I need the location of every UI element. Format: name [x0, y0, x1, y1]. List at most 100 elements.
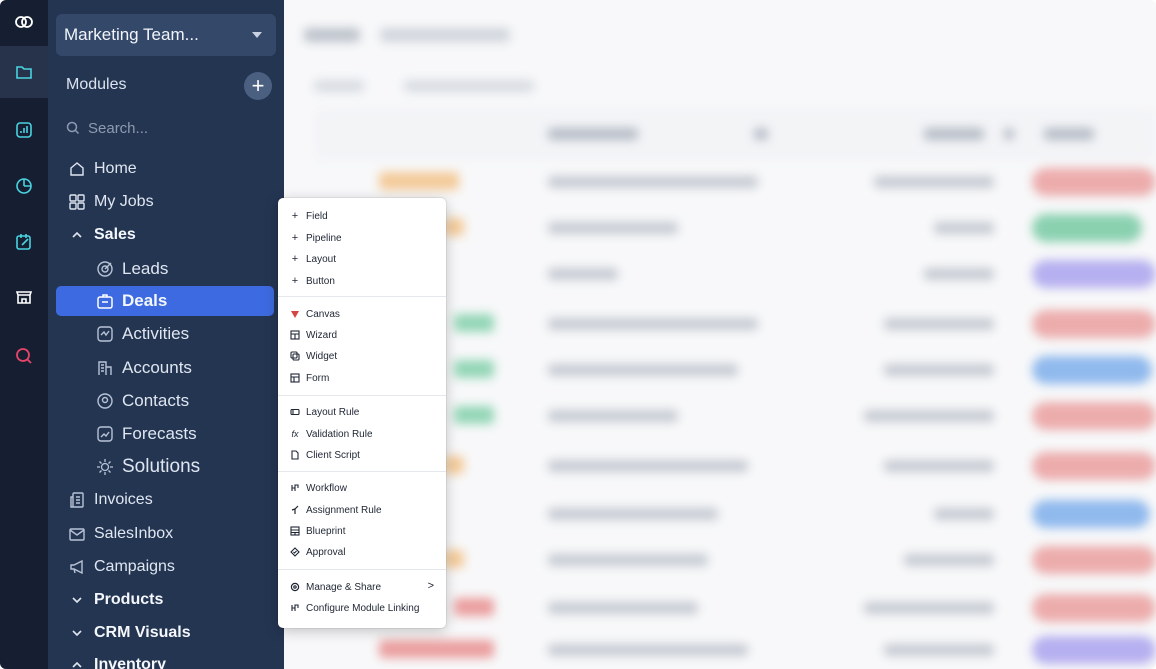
sidebar-group-crm-visuals[interactable]: CRM Visuals	[68, 618, 191, 648]
sidebar-item-label: Activities	[122, 324, 190, 343]
chevron-right-icon: >	[427, 580, 434, 592]
sidebar-item-my-jobs[interactable]: My Jobs	[68, 187, 154, 217]
activities-icon	[97, 326, 113, 342]
menu-item-wizard[interactable]: Wizard	[290, 326, 337, 344]
sidebar-item-accounts[interactable]: Accounts	[96, 353, 192, 383]
menu-item-button[interactable]: + Button	[290, 272, 335, 290]
menu-item-field[interactable]: + Field	[290, 207, 328, 225]
menu-divider	[278, 296, 446, 297]
caret-down-icon	[252, 32, 262, 38]
menu-divider	[278, 395, 446, 396]
menu-item-workflow[interactable]: Workflow	[290, 479, 347, 497]
chevron-up-icon	[72, 661, 82, 668]
layout-rule-icon	[290, 407, 300, 417]
menu-item-label: Workflow	[306, 482, 347, 494]
menu-item-label: Wizard	[306, 329, 338, 341]
menu-divider	[278, 569, 446, 570]
menu-item-label: Manage & Share	[306, 581, 382, 593]
sidebar-item-label: Accounts	[122, 358, 192, 377]
analytics-icon[interactable]	[0, 110, 48, 150]
search-input[interactable]: Search...	[66, 116, 148, 140]
sidebar-item-label: My Jobs	[94, 193, 154, 210]
sidebar-item-salesinbox[interactable]: SalesInbox	[68, 519, 173, 549]
sidebar-item-label: Products	[94, 591, 164, 608]
search-icon	[66, 121, 80, 135]
search-placeholder: Search...	[88, 119, 149, 137]
menu-item-form[interactable]: Form	[290, 369, 329, 387]
menu-item-widget[interactable]: Widget	[290, 347, 337, 365]
sidebar-item-solutions[interactable]: Solutions	[96, 452, 200, 482]
menu-item-pipeline[interactable]: + Pipeline	[290, 229, 342, 247]
menu-item-label: Approval	[306, 546, 346, 558]
menu-item-label: Layout Rule	[306, 406, 360, 418]
sidebar-item-label: Home	[94, 160, 137, 177]
menu-item-layout[interactable]: + Layout	[290, 250, 336, 268]
plus-icon: +	[291, 210, 299, 222]
menu-item-blueprint[interactable]: Blueprint	[290, 522, 345, 540]
sidebar-item-label: Sales	[94, 226, 136, 243]
search-app-icon[interactable]	[0, 336, 48, 376]
sidebar-group-sales[interactable]: Sales	[68, 220, 136, 250]
sidebar-item-label: Contacts	[122, 391, 190, 410]
menu-item-client-script[interactable]: Client Script	[290, 446, 360, 464]
grid-icon	[69, 194, 85, 210]
menu-item-label: Assignment Rule	[306, 504, 382, 516]
sidebar-item-label: Solutions	[122, 456, 201, 477]
chevron-up-icon	[72, 231, 82, 238]
sidebar-item-home[interactable]: Home	[68, 154, 137, 184]
menu-item-assignment-rule[interactable]: Assignment Rule	[290, 501, 382, 519]
chevron-down-icon	[72, 597, 82, 604]
contact-icon	[97, 393, 113, 409]
sidebar-item-label: Deals	[122, 291, 168, 310]
plus-icon: +	[291, 253, 299, 265]
menu-item-label: Widget	[306, 350, 338, 362]
logo-icon[interactable]	[0, 2, 48, 42]
clock-icon[interactable]	[0, 166, 48, 206]
sidebar-item-deals[interactable]: Deals	[96, 286, 167, 316]
settings-icon	[290, 582, 300, 592]
modules-label: Modules	[66, 76, 127, 93]
menu-item-validation-rule[interactable]: fx Validation Rule	[290, 425, 373, 443]
plus-icon: +	[291, 232, 299, 244]
sidebar-item-label: Invoices	[94, 491, 153, 508]
sidebar-group-inventory[interactable]: Inventory	[68, 650, 166, 669]
sidebar-item-activities[interactable]: Activities	[96, 319, 189, 349]
menu-item-label: Client Script	[306, 449, 360, 461]
sidebar-item-label: CRM Visuals	[94, 624, 191, 641]
menu-item-label: Form	[306, 372, 330, 384]
sidebar-group-products[interactable]: Products	[68, 585, 163, 615]
forecast-icon	[97, 426, 113, 442]
sidebar-item-invoices[interactable]: Invoices	[68, 485, 153, 515]
menu-item-manage-share[interactable]: Manage & Share	[290, 578, 434, 596]
linking-icon	[290, 603, 300, 613]
store-icon[interactable]	[0, 276, 48, 316]
menu-item-configure-module-linking[interactable]: Configure Module Linking	[290, 599, 419, 617]
wizard-icon	[290, 330, 300, 340]
menu-item-approval[interactable]: Approval	[290, 543, 345, 561]
sidebar-item-label: Leads	[122, 259, 169, 278]
script-icon	[290, 450, 300, 460]
add-module-button[interactable]: +	[244, 72, 272, 100]
customize-module-menu: + Field + Pipeline + Layout + Button Canvas …	[278, 198, 446, 628]
menu-item-canvas[interactable]: Canvas	[290, 305, 340, 323]
chevron-down-icon	[72, 630, 82, 637]
modules-icon[interactable]	[0, 46, 48, 98]
sidebar-item-label: Forecasts	[122, 424, 197, 443]
menu-item-layout-rule[interactable]: Layout Rule	[290, 403, 359, 421]
sidebar-item-leads[interactable]: Leads	[96, 254, 168, 284]
form-icon	[290, 373, 300, 383]
team-switcher[interactable]: Marketing Team...	[56, 14, 276, 56]
approval-icon	[290, 547, 300, 557]
menu-item-label: Layout	[306, 253, 337, 265]
crm-window: Marketing Team... Modules + Search... Ho…	[0, 0, 1156, 669]
tasks-icon[interactable]	[0, 222, 48, 262]
sidebar-item-label: SalesInbox	[94, 525, 174, 542]
megaphone-icon	[70, 559, 83, 575]
sidebar-item-forecasts[interactable]: Forecasts	[96, 419, 197, 449]
sidebar-item-contacts[interactable]: Contacts	[96, 386, 189, 416]
menu-item-label: Validation Rule	[306, 428, 373, 440]
blueprint-icon	[290, 526, 300, 536]
building-icon	[98, 361, 112, 375]
bulb-icon	[97, 459, 113, 475]
sidebar-item-campaigns[interactable]: Campaigns	[68, 552, 175, 582]
